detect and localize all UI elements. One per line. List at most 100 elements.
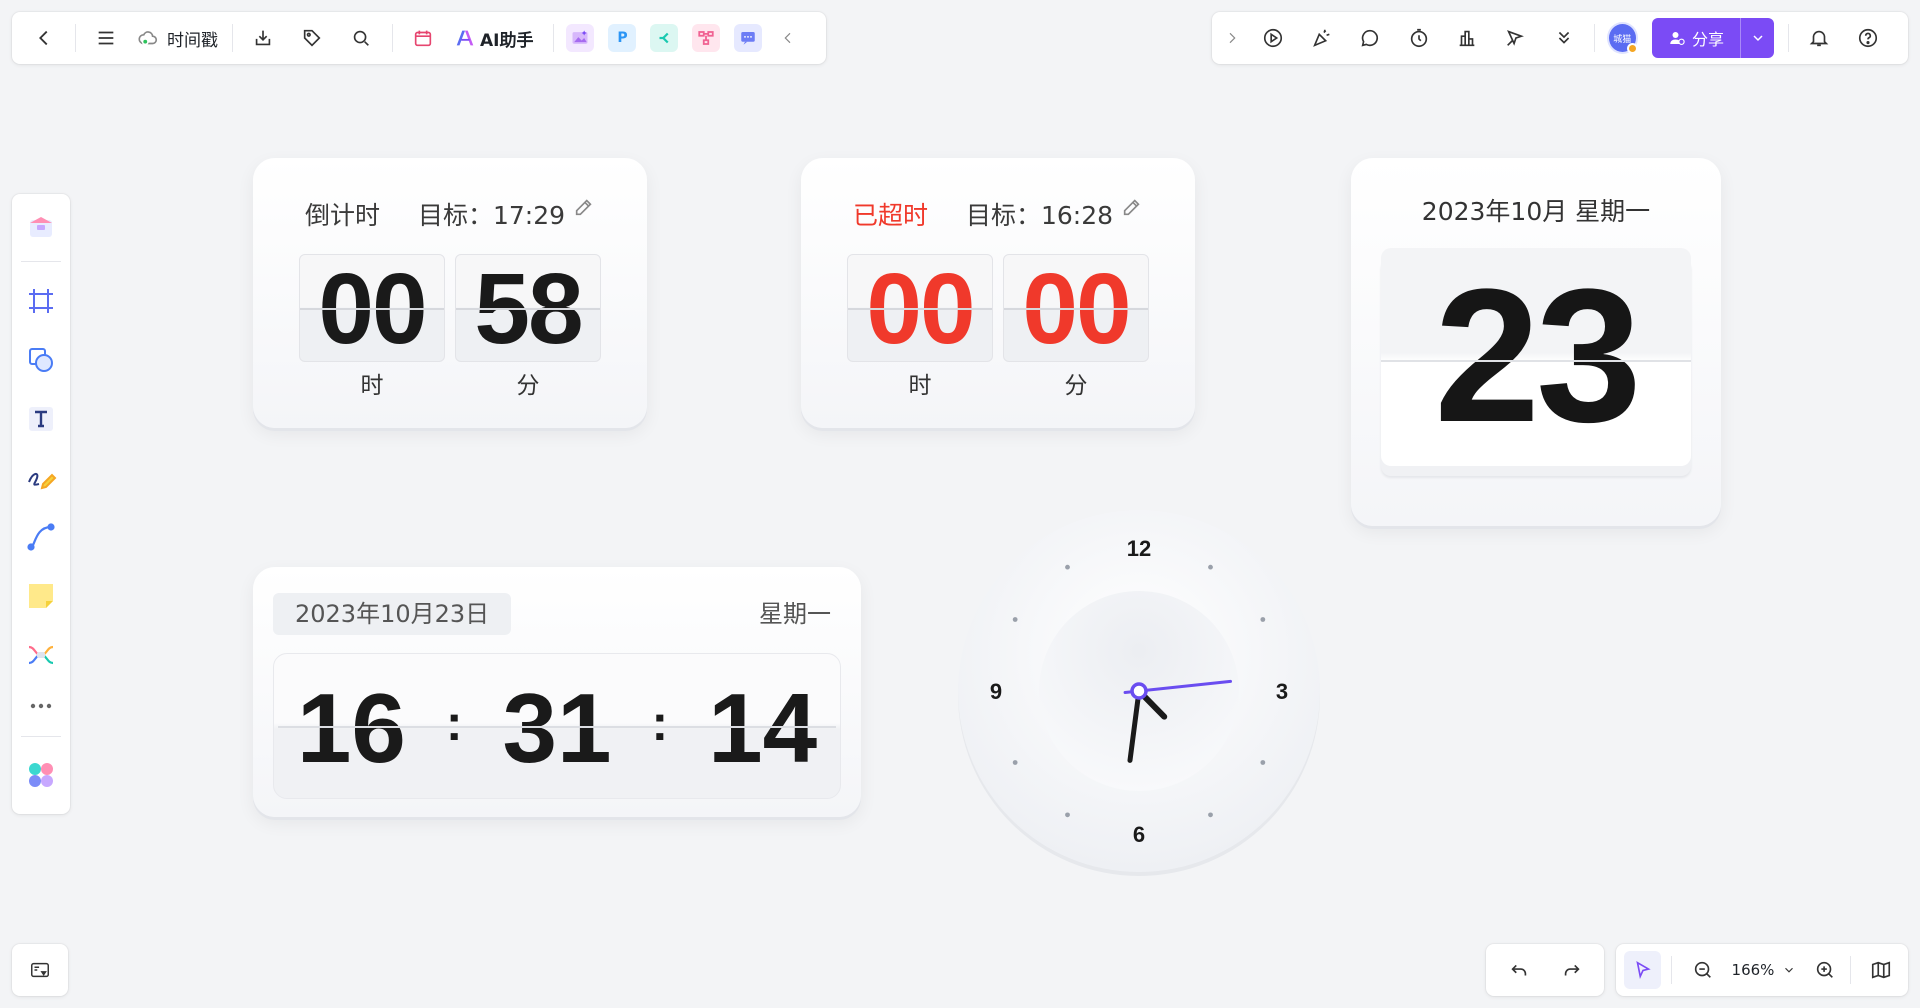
clock-tick-mark <box>1065 812 1070 818</box>
countdown-widget[interactable]: 倒计时 目标：17:29 00 58 时 分 <box>253 158 647 428</box>
cloud-saved-icon <box>137 27 159 49</box>
divider <box>553 24 555 52</box>
help-button[interactable] <box>1850 19 1886 57</box>
timer-button[interactable] <box>1400 19 1436 57</box>
calendar-button[interactable] <box>405 20 441 56</box>
divider <box>1849 956 1851 984</box>
history-panel <box>1486 944 1604 996</box>
clock-tick-mark <box>1065 564 1070 570</box>
overtime-hours: 00 <box>847 254 993 363</box>
clock-number-3: 3 <box>1276 679 1288 704</box>
notification-button[interactable] <box>1801 19 1837 57</box>
avatar-status-dot <box>1626 43 1638 54</box>
zoom-panel: 166% <box>1616 944 1908 996</box>
clock-date: 2023年10月23日 <box>273 593 512 635</box>
ai-assistant-label: AI助手 <box>480 30 534 51</box>
mindmap-icon[interactable] <box>650 24 679 52</box>
clock-number-6: 6 <box>1133 822 1145 847</box>
avatar[interactable]: 城猫 <box>1606 22 1638 54</box>
overtime-target: 目标：16:28 <box>965 201 1114 230</box>
zoom-in-button[interactable] <box>1806 951 1843 989</box>
clock-tick-mark <box>1012 760 1018 765</box>
pen-tool[interactable] <box>20 457 62 498</box>
document-title-text: 时间戳 <box>167 30 218 51</box>
text-tool[interactable] <box>20 398 62 439</box>
clock-tick-mark <box>1208 812 1213 818</box>
sticky-note-tool[interactable] <box>20 576 62 617</box>
apps-tool[interactable] <box>20 755 62 796</box>
share-button[interactable]: 分享 <box>1651 18 1775 58</box>
digital-clock-widget[interactable]: 2023年10月23日 星期一 16 : 31 : 14 <box>253 567 861 817</box>
shape-tool[interactable] <box>20 339 62 380</box>
undo-button[interactable] <box>1500 951 1538 989</box>
divider <box>232 24 233 52</box>
analog-clock-widget[interactable]: 12 3 6 9 <box>954 506 1324 876</box>
share-main-button[interactable]: 分享 <box>1652 26 1741 50</box>
expand-chevron-icon[interactable] <box>1222 30 1241 46</box>
clock-tick-mark <box>1208 564 1213 570</box>
zoom-level: 166% <box>1731 961 1775 979</box>
more-tools-button[interactable] <box>20 694 62 718</box>
top-left-toolbar: 时间戳 AI助手 P <box>12 12 826 64</box>
more-collapse-button[interactable] <box>1546 19 1582 57</box>
zoom-out-button[interactable] <box>1684 951 1721 989</box>
hours-unit: 时 <box>908 373 932 399</box>
clock-weekday: 星期一 <box>759 600 831 628</box>
download-button[interactable] <box>245 20 281 56</box>
clock-number-12: 12 <box>1127 536 1151 561</box>
calendar-page: 23 <box>1381 248 1691 466</box>
countdown-minutes: 58 <box>455 254 601 363</box>
tag-button[interactable] <box>294 20 330 56</box>
search-button[interactable] <box>343 20 379 56</box>
image-ai-icon[interactable] <box>566 24 595 52</box>
collapse-chevron-icon[interactable] <box>780 30 796 46</box>
edit-pencil-icon[interactable] <box>1121 196 1143 218</box>
back-button[interactable] <box>26 20 62 56</box>
clock-seconds: 14 <box>708 673 818 783</box>
comment-button[interactable] <box>1352 19 1388 57</box>
comment-app-icon[interactable] <box>734 24 763 52</box>
clock-tick-mark <box>1012 617 1018 622</box>
overtime-widget[interactable]: 已超时 目标：16:28 00 00 时 分 <box>801 158 1195 428</box>
calendar-widget[interactable]: 2023年10月 星期一 23 <box>1351 158 1721 526</box>
clock-time: 16 : 31 : 14 <box>274 672 840 785</box>
overtime-label: 已超时 <box>852 201 928 230</box>
laser-pointer-button[interactable] <box>1497 19 1533 57</box>
clock-digit-panel: 16 : 31 : 14 <box>273 653 841 799</box>
left-toolbar <box>12 194 70 814</box>
clock-number-9: 9 <box>990 679 1002 704</box>
countdown-target: 目标：17:29 <box>417 201 566 230</box>
presentation-play-button[interactable] <box>1255 19 1291 57</box>
p-app-icon[interactable]: P <box>608 24 637 52</box>
vote-button[interactable] <box>1449 19 1485 57</box>
zoom-level-select[interactable]: 166% <box>1732 961 1797 979</box>
divider <box>1593 24 1595 52</box>
edit-pencil-icon[interactable] <box>573 196 595 218</box>
celebrate-button[interactable] <box>1304 19 1340 57</box>
select-pointer-button[interactable] <box>1624 951 1662 989</box>
clock-tick-mark <box>1260 617 1266 622</box>
clock-minutes: 31 <box>502 673 612 783</box>
map-view-button[interactable] <box>1863 951 1900 989</box>
share-dropdown-button[interactable] <box>1740 18 1774 58</box>
flowchart-icon[interactable] <box>692 24 721 52</box>
frame-tool[interactable] <box>20 280 62 321</box>
mindmap-tool[interactable] <box>20 635 62 676</box>
minimap-button[interactable] <box>12 944 68 996</box>
ai-assistant-button[interactable]: AI助手 <box>454 26 533 51</box>
minutes-unit: 分 <box>1064 373 1088 399</box>
menu-button[interactable] <box>88 20 124 56</box>
minutes-unit: 分 <box>516 373 540 399</box>
template-library-tool[interactable] <box>20 206 62 247</box>
document-title[interactable]: 时间戳 <box>137 26 218 51</box>
calendar-title: 2023年10月 星期一 <box>1421 197 1651 226</box>
connector-tool[interactable] <box>20 517 62 558</box>
calendar-day: 23 <box>1434 250 1641 462</box>
overtime-header: 已超时 目标：16:28 <box>801 196 1195 232</box>
time-separator: : <box>651 694 669 751</box>
divider <box>75 24 76 52</box>
redo-button[interactable] <box>1553 951 1591 989</box>
clock-hours: 16 <box>296 673 406 783</box>
divider <box>392 24 393 52</box>
ai-logo-icon <box>454 27 476 49</box>
